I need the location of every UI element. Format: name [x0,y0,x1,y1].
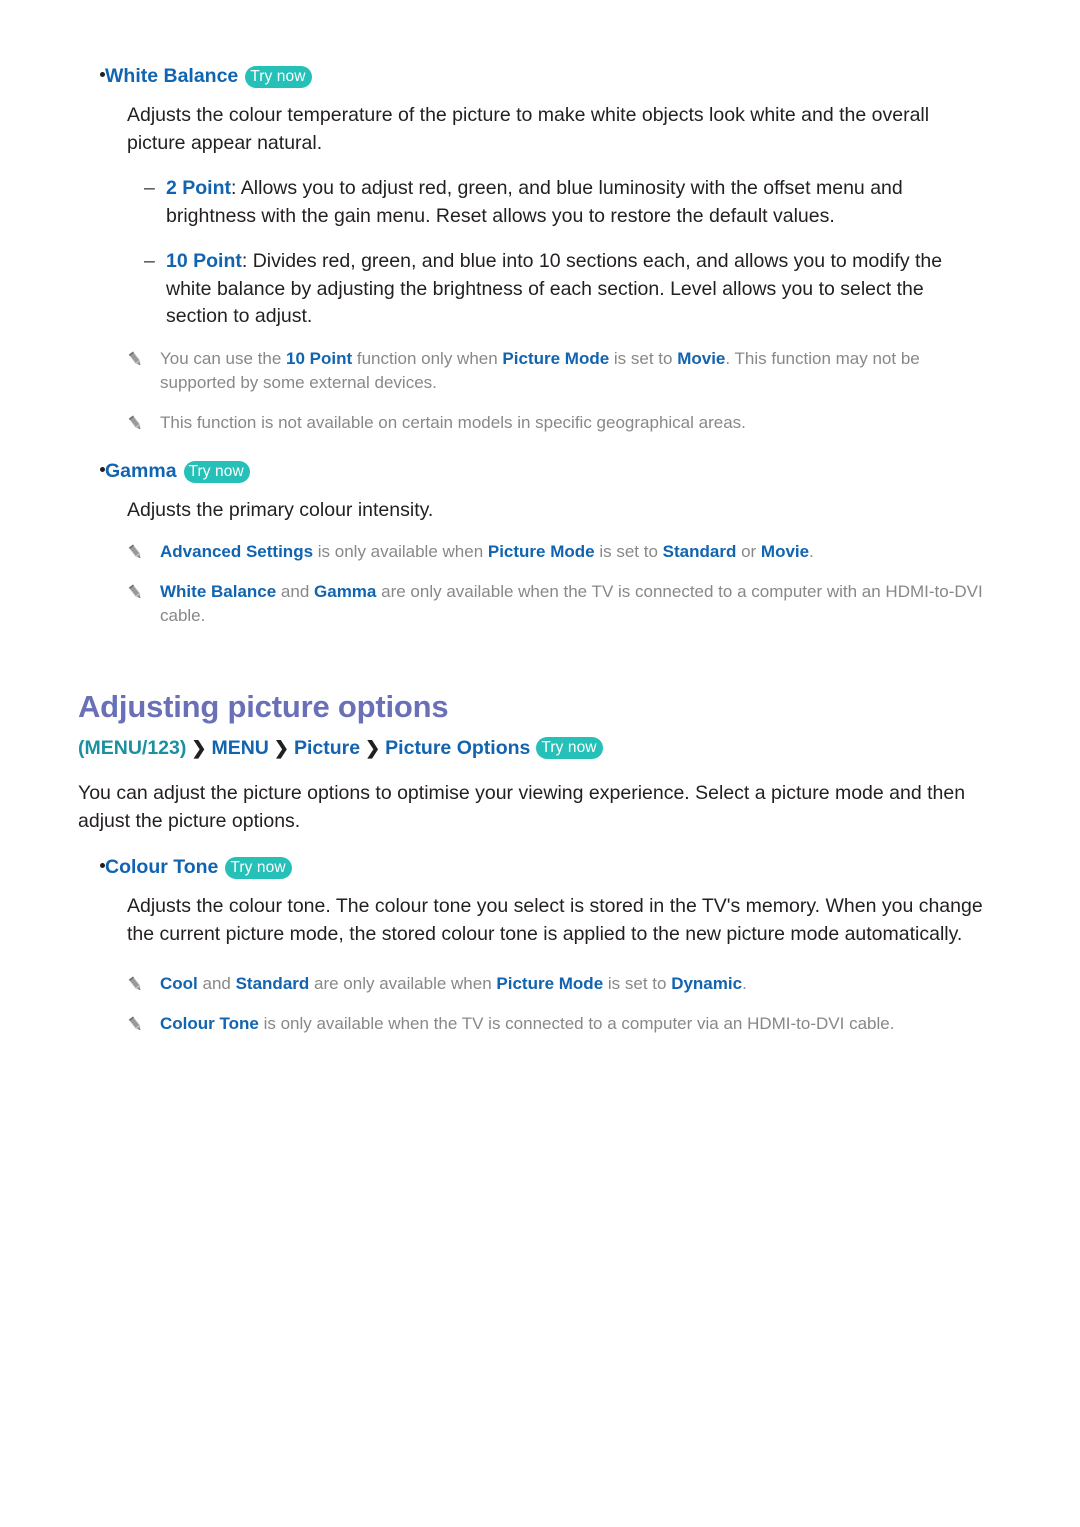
try-now-badge[interactable]: Try now [183,460,250,483]
breadcrumb: (MENU/123) ❯ MENU ❯ Picture ❯ Picture Options T… [78,734,990,762]
bullet-dot-icon [78,854,105,881]
note-keyword: Picture Mode [502,348,610,368]
note-text-part: . [742,974,747,993]
note-text-part: is set to [594,542,663,561]
white-balance-label: White Balance [105,65,239,87]
item-2point-body: Allows you to adjust red, green, and blu… [166,177,903,227]
note-keyword: Standard [235,974,310,993]
note-keyword: 10 Point [286,348,353,368]
note-keyword: Picture Mode [496,974,604,993]
note-text-part: . [809,542,814,561]
note-colour-tone-1-text: Cool and Standard are only available whe… [160,972,747,996]
note-white-balance-1-text: You can use the 10 Point function only w… [160,347,990,395]
pencil-icon [125,580,160,628]
pencil-icon [125,972,160,996]
section-white-balance-heading: White Balance Try now [78,62,990,90]
item-10point-text: 10 Point: Divides red, green, and blue i… [166,248,990,331]
colour-tone-description: Adjusts the colour tone. The colour tone… [127,895,983,945]
note-colour-tone-2-text: Colour Tone is only available when the T… [160,1012,894,1036]
note-text-part: or [736,542,761,561]
note-keyword: Colour Tone [160,1014,259,1033]
breadcrumb-item-menu[interactable]: MENU [211,737,268,759]
note-keyword: Cool [160,974,198,993]
term-10point: 10 Point [166,250,242,272]
note-text-part: are only available when [309,974,497,993]
note-text-part: function only when [352,348,503,368]
gamma-title: Gamma Try now [105,457,250,485]
try-now-badge[interactable]: Try now [536,737,603,759]
pencil-icon [125,347,160,395]
item-10point-body: Divides red, green, and blue into 10 sec… [166,250,943,327]
note-gamma-2: White Balance and Gamma are only availab… [125,580,990,628]
section-colour-tone-heading: Colour Tone Try now [78,853,990,881]
colour-tone-title: Colour Tone Try now [105,853,292,881]
pencil-icon [125,411,160,435]
note-text-part: is only available when the TV is connect… [258,1014,895,1033]
page-title: Adjusting picture options [78,689,449,724]
try-now-badge[interactable]: Try now [225,857,292,879]
dash-marker-icon: – [144,250,155,272]
note-white-balance-2: This function is not available on certai… [125,411,990,435]
note-text-part: is set to [603,974,672,993]
note-colour-tone-2: Colour Tone is only available when the T… [125,1012,990,1036]
note-colour-tone-1: Cool and Standard are only available whe… [125,972,990,996]
item-2point-text: 2 Point: Allows you to adjust red, green… [166,175,990,230]
gamma-label: Gamma [105,459,177,482]
note-text-part: You can use the [160,348,287,368]
section-intro: You can adjust the picture options to op… [78,782,966,832]
note-keyword: Picture Mode [487,542,595,561]
breadcrumb-item-picture[interactable]: Picture [294,737,360,759]
note-white-balance-1: You can use the 10 Point function only w… [125,347,990,395]
note-gamma-2-text: White Balance and Gamma are only availab… [160,580,990,628]
white-balance-item-10point: – 10 Point: Divides red, green, and blue… [144,248,990,331]
breadcrumb-menu123[interactable]: (MENU/123) [78,737,186,759]
white-balance-item-2point: – 2 Point: Allows you to adjust red, gre… [144,175,990,230]
section-gamma-heading: Gamma Try now [78,457,990,485]
pencil-icon [125,540,160,564]
bullet-dot-icon [78,458,105,485]
note-text-part: and [276,582,315,601]
dash-marker-icon: – [144,177,155,199]
note-gamma-1-text: Advanced Settings is only available when… [160,540,814,564]
note-keyword: Movie [760,542,810,561]
colour-tone-label: Colour Tone [105,856,219,878]
note-text-part: is set to [609,348,678,368]
note-keyword: White Balance [160,582,277,601]
note-text-part: and [197,974,236,993]
pencil-icon [125,1012,160,1036]
gamma-description: Adjusts the primary colour intensity. [127,498,434,521]
note-text-part: is only available when [313,542,488,561]
note-white-balance-2-text: This function is not available on certai… [160,412,746,432]
chevron-right-icon: ❯ [191,738,207,758]
white-balance-title: White Balance Try now [105,62,312,90]
breadcrumb-item-picture-options[interactable]: Picture Options [385,737,530,759]
note-keyword: Dynamic [671,974,743,993]
white-balance-description: Adjusts the colour temperature of the pi… [127,104,930,154]
try-now-badge[interactable]: Try now [245,66,312,88]
chevron-right-icon: ❯ [273,738,289,758]
note-gamma-1: Advanced Settings is only available when… [125,540,990,564]
note-keyword: Gamma [314,582,377,601]
bullet-dot-icon [78,63,105,90]
note-keyword: Standard [662,542,737,561]
chevron-right-icon: ❯ [365,738,381,758]
document-page: White Balance Try now Adjusts the colour … [0,0,1080,1527]
term-2point: 2 Point [166,177,232,199]
note-keyword: Movie [677,348,726,368]
note-keyword: Advanced Settings [160,542,314,561]
